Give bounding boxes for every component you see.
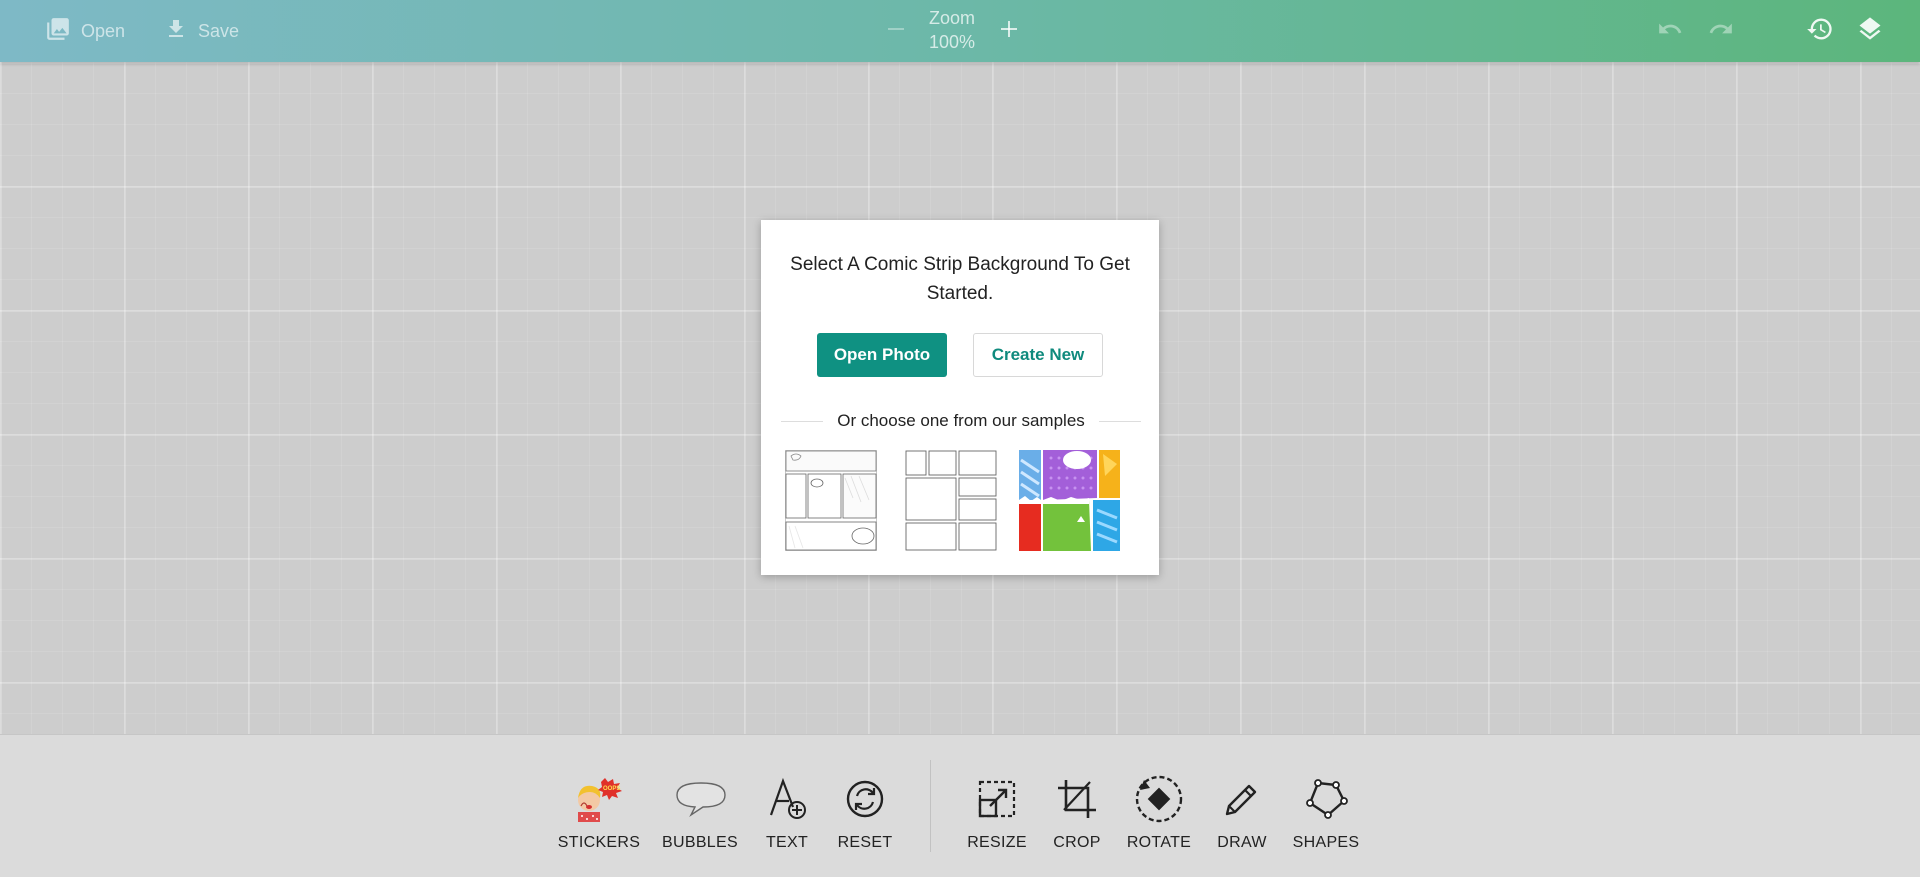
tool-label: ROTATE (1126, 834, 1192, 851)
sample-thumbnail[interactable] (905, 450, 997, 551)
tool-label: BUBBLES (662, 834, 738, 851)
open-button[interactable]: Open (45, 0, 125, 62)
undo-button[interactable] (1655, 16, 1685, 46)
open-photo-button[interactable]: Open Photo (817, 333, 947, 377)
reset-tool[interactable]: RESET (825, 774, 905, 864)
resize-icon (967, 774, 1027, 824)
undo-icon (1657, 16, 1683, 47)
redo-icon (1708, 16, 1734, 47)
tool-label: RESET (837, 834, 893, 851)
samples-caption: Or choose one from our samples (837, 411, 1085, 430)
open-label: Open (81, 20, 126, 41)
svg-text:OOPS: OOPS (603, 786, 620, 792)
sticker-icon: OOPS (569, 774, 629, 824)
top-toolbar: Open Save Zoom 100% (0, 0, 1920, 62)
zoom-label: Zoom (928, 8, 975, 28)
samples-divider: Or choose one from our samples (781, 410, 1141, 432)
tool-label: CROP (1053, 834, 1101, 851)
zoom-value: 100% (928, 32, 976, 52)
sample-thumbnail[interactable] (785, 450, 877, 551)
bubbles-tool[interactable]: BUBBLES (660, 774, 740, 864)
plus-icon (999, 19, 1019, 44)
pencil-icon (1212, 774, 1272, 824)
tool-label: TEXT (765, 834, 809, 851)
sample-thumbnail[interactable] (1019, 450, 1120, 551)
download-icon (164, 17, 188, 46)
zoom-in-button[interactable] (995, 14, 1023, 48)
divider-line (781, 420, 824, 422)
pentagon-icon (1296, 774, 1356, 824)
redo-button[interactable] (1706, 16, 1736, 46)
zoom-indicator: Zoom 100% (912, 6, 992, 54)
rotate-tool[interactable]: ROTATE (1119, 774, 1199, 864)
create-new-button[interactable]: Create New (973, 333, 1103, 377)
draw-tool[interactable]: DRAW (1202, 774, 1282, 864)
minus-icon (886, 19, 906, 44)
crop-icon (1047, 774, 1107, 824)
start-dialog: Select A Comic Strip Background To Get S… (761, 220, 1159, 575)
divider-line (1098, 420, 1141, 422)
samples-row (785, 450, 1135, 551)
crop-tool[interactable]: CROP (1037, 774, 1117, 864)
history-icon (1806, 15, 1834, 48)
zoom-out-button[interactable] (882, 14, 910, 48)
tool-label: STICKERS (557, 834, 641, 851)
stickers-tool[interactable]: OOPS STICKERS (557, 774, 641, 864)
toolbar-separator (930, 760, 931, 852)
rotate-icon (1129, 774, 1189, 824)
layers-button[interactable] (1855, 16, 1885, 46)
resize-tool[interactable]: RESIZE (957, 774, 1037, 864)
layers-icon (1856, 15, 1884, 48)
dialog-title: Select A Comic Strip Background To Get S… (790, 254, 1130, 304)
reset-icon (835, 774, 895, 824)
image-icon (45, 16, 71, 47)
tool-label: RESIZE (967, 834, 1027, 851)
tool-label: DRAW (1217, 834, 1267, 851)
save-label: Save (198, 20, 240, 41)
tool-label: SHAPES (1292, 834, 1360, 851)
history-button[interactable] (1805, 16, 1835, 46)
text-tool[interactable]: TEXT (747, 774, 827, 864)
shapes-tool[interactable]: SHAPES (1286, 774, 1366, 864)
text-add-icon (757, 774, 817, 824)
speech-bubble-icon (670, 774, 730, 824)
save-button[interactable]: Save (164, 0, 239, 62)
